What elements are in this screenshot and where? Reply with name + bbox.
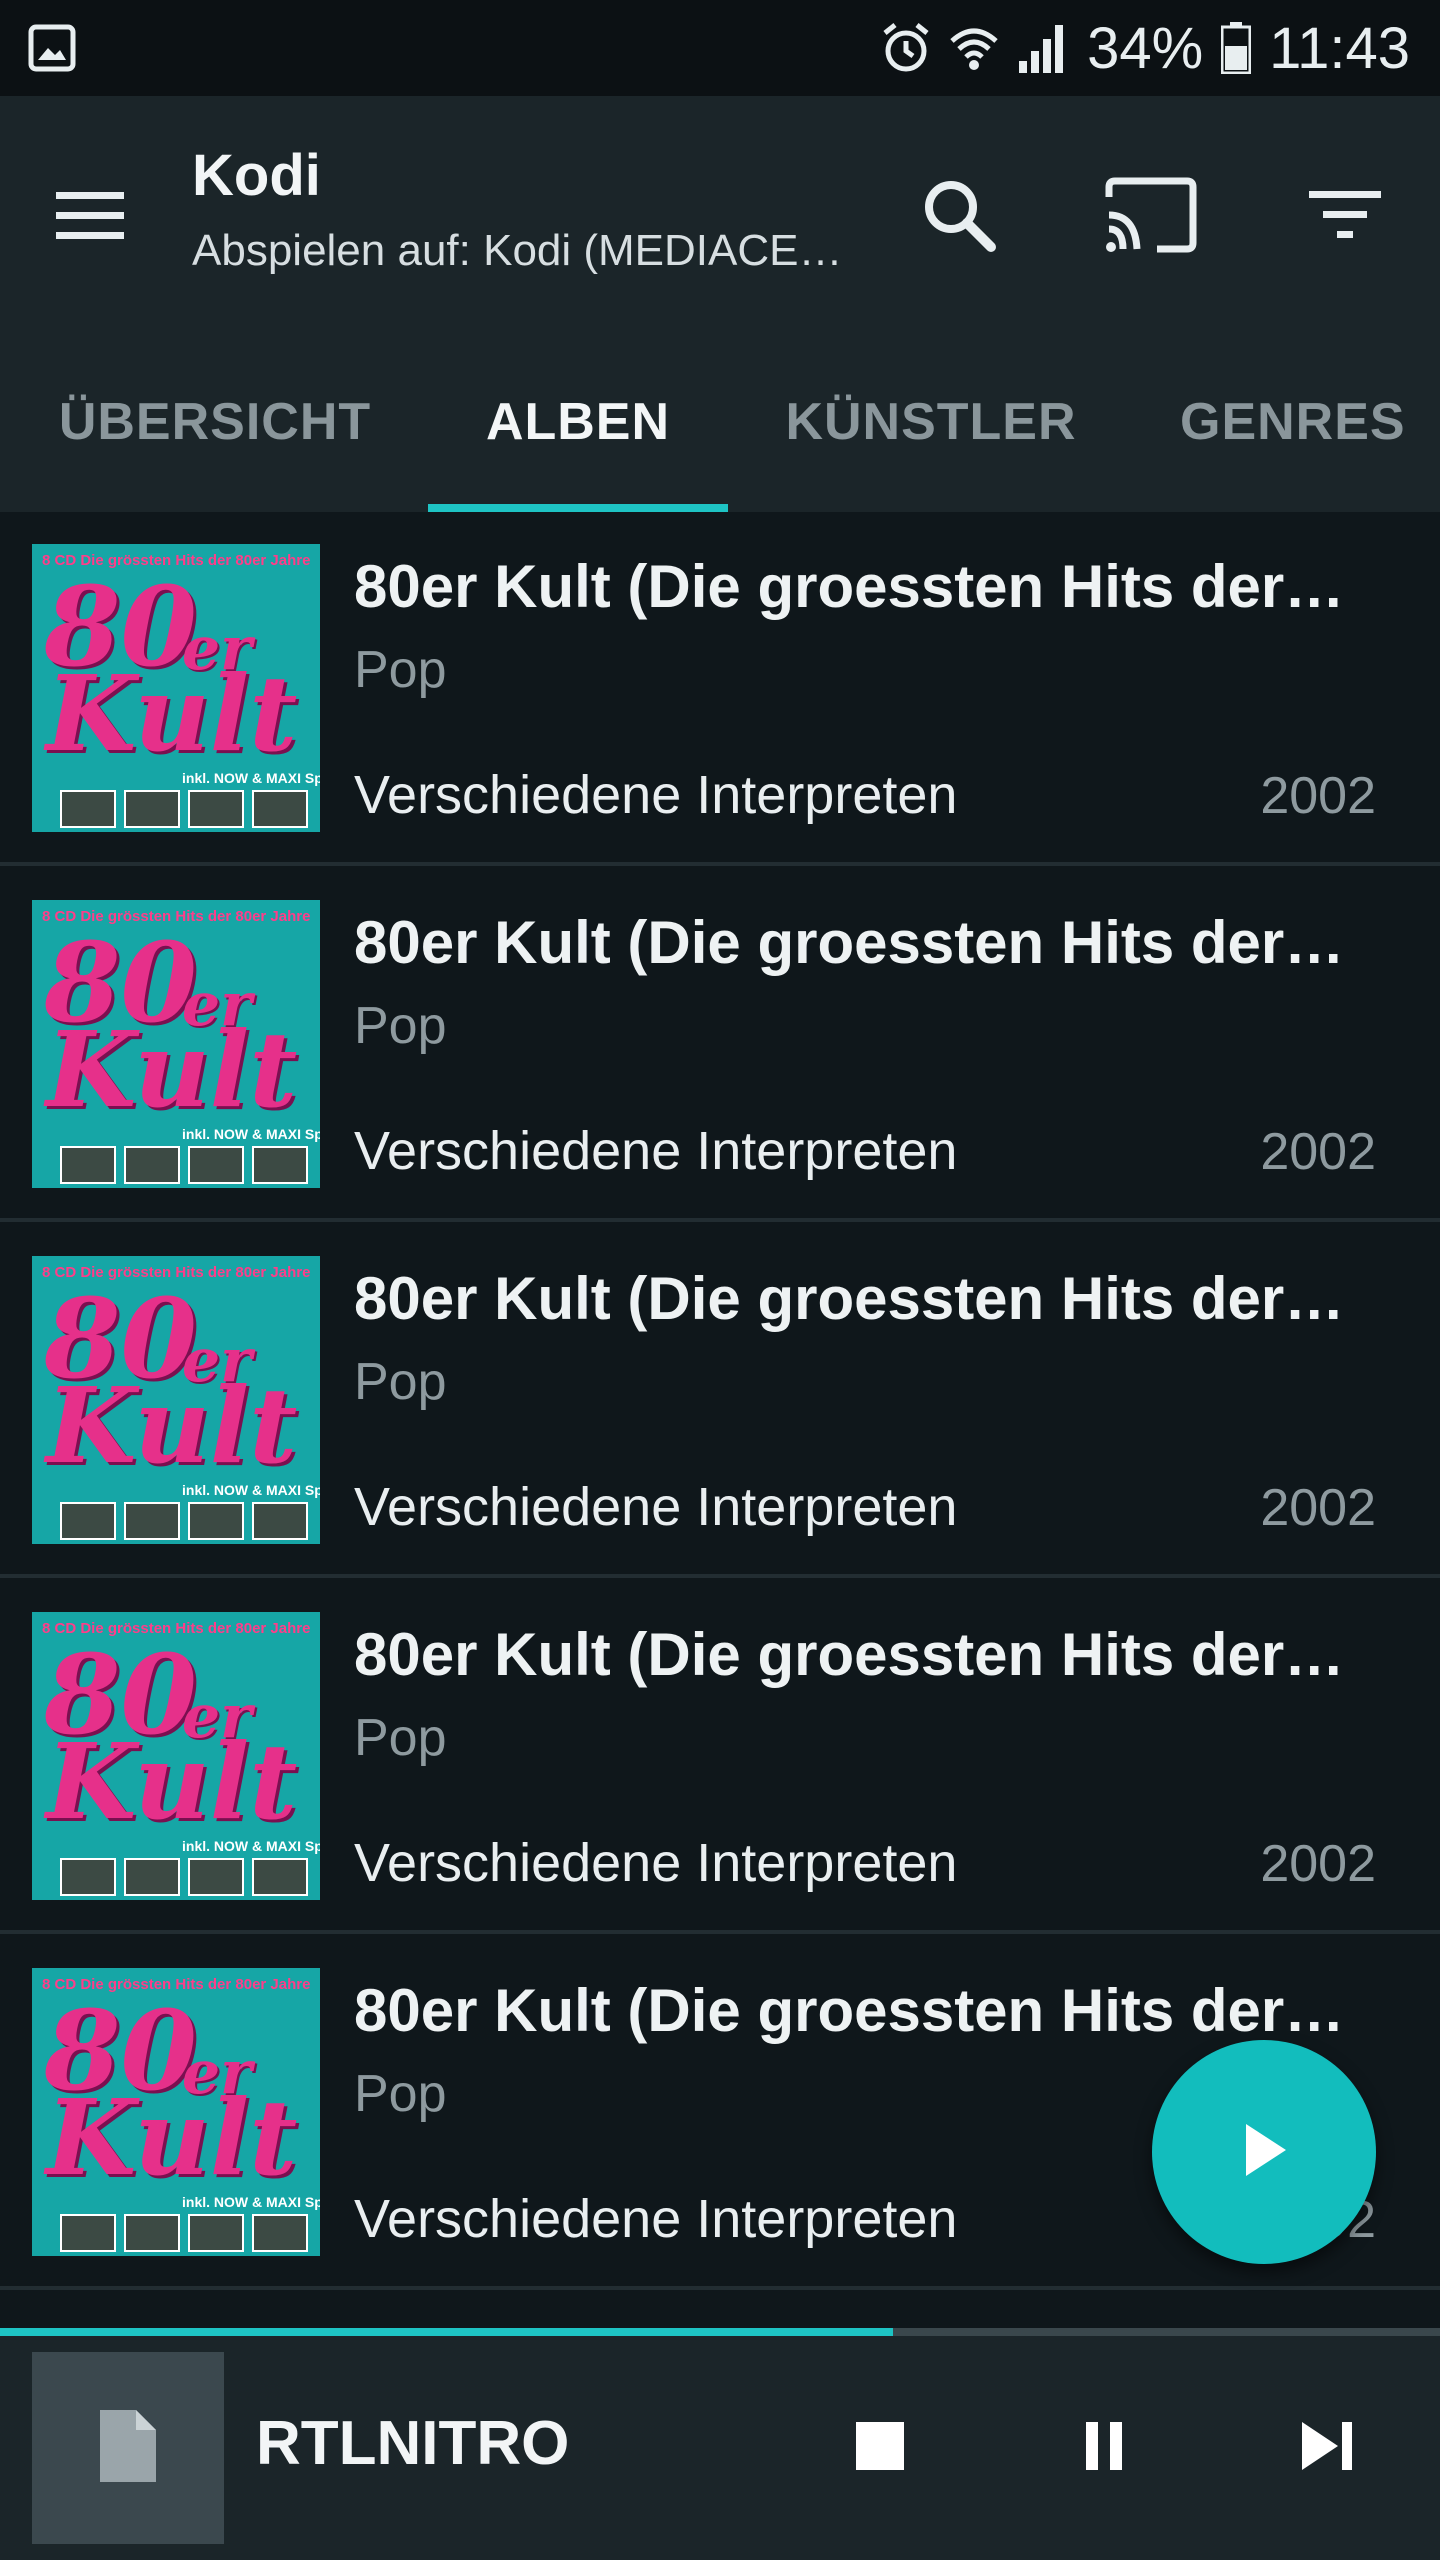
album-artist: Verschiedene Interpreten [354,1833,958,1893]
playback-progress-fill [0,2328,893,2336]
album-title: 80er Kult (Die groessten Hits der … [354,1621,1354,1688]
album-year: 2002 [1260,1835,1376,1893]
album-artist: Verschiedene Interpreten [354,2189,958,2249]
album-year: 2002 [1260,1123,1376,1181]
file-icon [96,2406,160,2491]
album-genre: Pop [354,1709,447,1767]
album-year: 2002 [1260,767,1376,825]
album-genre: Pop [354,2065,447,2123]
filter-icon[interactable] [1290,160,1400,270]
menu-icon[interactable] [50,176,130,256]
now-playing-bar: RTLNITRO [0,2336,1440,2560]
list-item[interactable]: 8 CD Die grössten Hits der 80er Jahre 80… [0,1580,1440,1934]
cast-icon[interactable] [1096,160,1206,270]
list-item[interactable]: 8 CD Die grössten Hits der 80er Jahre 80… [0,512,1440,866]
list-item[interactable]: 8 CD Die grössten Hits der 80er Jahre 80… [0,1224,1440,1578]
album-cover: 8 CD Die grössten Hits der 80er Jahre 80… [32,1256,320,1544]
tab-uebersicht[interactable]: ÜBERSICHT [30,336,400,508]
album-cover: 8 CD Die grössten Hits der 80er Jahre 80… [32,1968,320,2256]
app-bar: Kodi Abspielen auf: Kodi (MEDIACE… [0,96,1440,336]
stop-icon [852,2418,908,2479]
now-playing-thumbnail[interactable] [32,2352,224,2544]
album-genre: Pop [354,997,447,1055]
signal-icon [1017,23,1069,73]
playback-progress[interactable] [0,2328,1440,2336]
stop-button[interactable] [820,2388,940,2508]
album-artist: Verschiedene Interpreten [354,1477,958,1537]
album-artist: Verschiedene Interpreten [354,1121,958,1181]
battery-icon [1221,22,1252,74]
album-genre: Pop [354,641,447,699]
album-cover: 8 CD Die grössten Hits der 80er Jahre 80… [32,544,320,832]
pause-icon [1082,2418,1126,2479]
now-playing-title[interactable]: RTLNITRO [256,2408,569,2479]
clock: 11:43 [1269,15,1410,81]
alarm-icon [881,21,931,75]
tab-alben[interactable]: ALBEN [428,336,728,508]
tab-indicator [428,504,728,512]
skip-next-button[interactable] [1268,2388,1388,2508]
play-icon [1234,2118,1294,2187]
album-year: 2002 [1260,1479,1376,1537]
list-item[interactable]: 8 CD Die grössten Hits der 80er Jahre 80… [0,868,1440,1222]
gallery-icon [28,24,76,72]
tab-genres[interactable]: GENRES [1180,336,1440,508]
album-title: 80er Kult (Die groessten Hits der … [354,1977,1354,2044]
wifi-icon [949,23,999,73]
tab-bar: ÜBERSICHT ALBEN KÜNSTLER GENRES [0,336,1440,512]
album-title: 80er Kult (Die groessten Hits der … [354,1265,1354,1332]
album-cover: 8 CD Die grössten Hits der 80er Jahre 80… [32,900,320,1188]
album-title: 80er Kult (Die groessten Hits der … [354,553,1354,620]
play-fab-button[interactable] [1152,2040,1376,2264]
album-title: 80er Kult (Die groessten Hits der … [354,909,1354,976]
battery-percent: 34% [1087,15,1204,81]
app-title: Kodi [192,143,321,208]
tab-kuenstler[interactable]: KÜNSTLER [770,336,1092,508]
album-cover: 8 CD Die grössten Hits der 80er Jahre 80… [32,1612,320,1900]
app-subtitle[interactable]: Abspielen auf: Kodi (MEDIACE… [192,226,882,276]
skip-next-icon [1298,2418,1358,2479]
status-bar: 34% 11:43 [0,0,1440,96]
search-icon[interactable] [904,160,1014,270]
pause-button[interactable] [1044,2388,1164,2508]
album-artist: Verschiedene Interpreten [354,765,958,825]
album-genre: Pop [354,1353,447,1411]
